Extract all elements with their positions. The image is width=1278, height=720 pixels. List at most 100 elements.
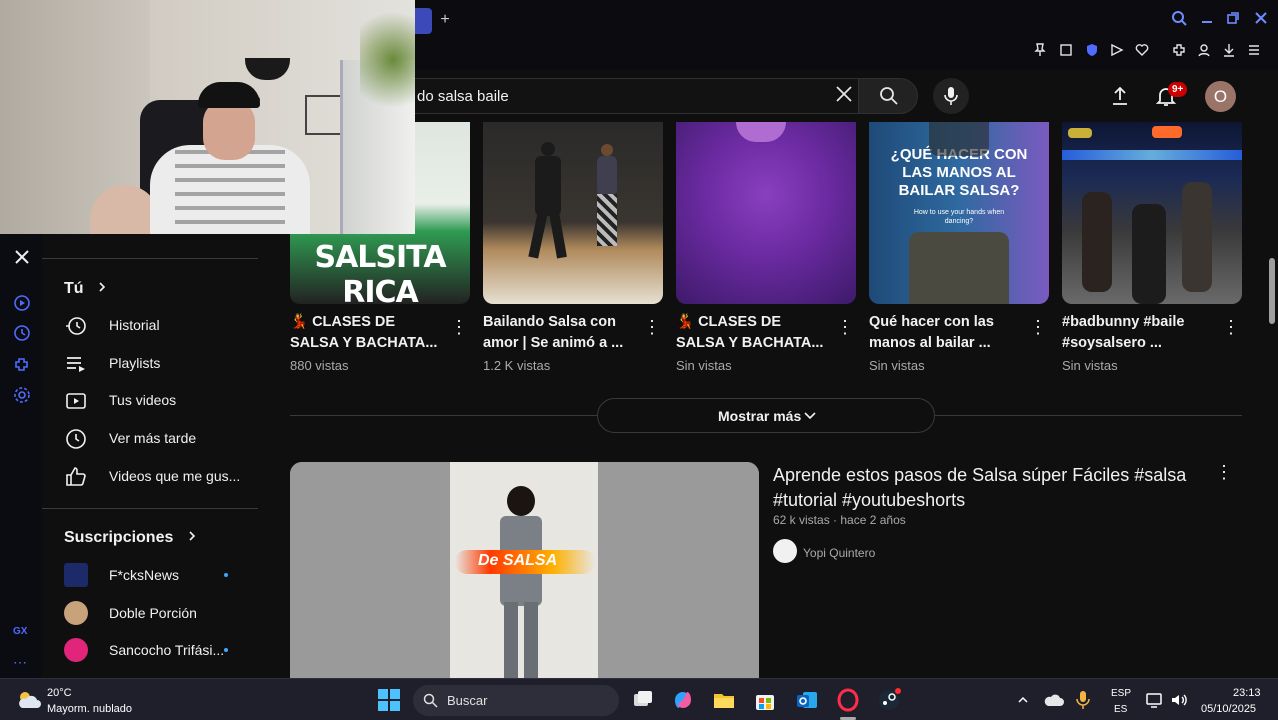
sidebar-item-history[interactable]: Historial — [42, 307, 272, 344]
short-thumbnail[interactable] — [676, 122, 856, 304]
onedrive-cloud-icon[interactable] — [1044, 692, 1064, 708]
short-views: 880 vistas — [290, 358, 349, 373]
extensions-icon[interactable] — [1169, 42, 1189, 62]
copilot-icon[interactable] — [671, 688, 695, 712]
more-options-icon[interactable]: ⋮ — [1215, 462, 1233, 482]
short-title[interactable]: #badbunny #baile #soysalsero ... — [1062, 312, 1212, 354]
extensions-rail-icon[interactable] — [13, 355, 31, 373]
clear-search-icon[interactable] — [832, 84, 856, 108]
subscription-item[interactable]: F*cksNews — [42, 557, 272, 594]
scrollbar[interactable] — [1266, 70, 1278, 678]
gx-logo[interactable]: GX — [13, 626, 31, 644]
microphone-icon[interactable] — [1076, 690, 1090, 710]
input-layout[interactable]: ES — [1114, 704, 1127, 715]
network-icon[interactable] — [1146, 692, 1164, 708]
short-title[interactable]: 💃 CLASES DE SALSA Y BACHATA... — [290, 312, 440, 354]
short-title[interactable]: 💃 CLASES DE SALSA Y BACHATA... — [676, 312, 826, 354]
sidebar-item-watch-later[interactable]: Ver más tarde — [42, 420, 272, 457]
opera-gx-icon[interactable] — [836, 688, 860, 712]
webcam-overlay — [0, 0, 415, 234]
search-icon — [423, 693, 438, 708]
chevron-up-icon[interactable] — [1017, 694, 1029, 706]
sidebar-item-liked-videos[interactable]: Videos que me gus... — [42, 458, 272, 495]
video-title[interactable]: Aprende estos pasos de Salsa súper Fácil… — [773, 463, 1193, 513]
subscription-item[interactable]: Doble Porción — [42, 595, 272, 632]
new-content-dot — [224, 648, 228, 652]
short-overlay-subtext: How to use your hands when dancing? — [913, 209, 1005, 225]
settings-gear-icon[interactable] — [13, 386, 31, 404]
more-options-icon[interactable]: ⋮ — [1222, 318, 1240, 338]
short-card[interactable]: 💃 CLASES DE SALSA Y BACHATA... Sin vistas… — [676, 122, 856, 382]
history-rail-icon[interactable] — [13, 324, 31, 342]
pin-icon[interactable] — [1030, 42, 1050, 62]
more-options-icon[interactable]: ⋮ — [1029, 318, 1047, 338]
menu-icon[interactable] — [1244, 42, 1264, 62]
steam-icon[interactable] — [877, 688, 901, 712]
channel-name[interactable]: Yopi Quintero — [803, 546, 875, 560]
clock-date[interactable]: 05/10/2025 — [1201, 703, 1256, 715]
opera-sidebar: GX ⋯ — [0, 234, 42, 678]
task-view-icon[interactable] — [631, 688, 655, 712]
account-avatar[interactable]: O — [1205, 81, 1236, 112]
outlook-icon[interactable] — [795, 688, 819, 712]
your-videos-icon — [66, 393, 86, 409]
short-title[interactable]: Bailando Salsa con amor | Se animó a ... — [483, 312, 633, 354]
short-card[interactable]: Bailando Salsa con amor | Se animó a ... … — [483, 122, 663, 382]
subscriptions-heading[interactable]: Suscripciones — [64, 529, 198, 547]
search-icon — [880, 87, 898, 105]
restore-icon[interactable] — [1222, 10, 1244, 32]
create-upload-icon[interactable] — [1108, 84, 1132, 108]
video-thumb-text: De SALSA — [478, 552, 558, 569]
downloads-icon[interactable] — [1219, 42, 1239, 62]
short-card[interactable]: ¿QUÉ HACER CON LAS MANOS AL BAILAR SALSA… — [869, 122, 1049, 382]
search-input[interactable]: do salsa baile — [380, 78, 865, 114]
microphone-icon — [944, 87, 958, 105]
voice-search-button[interactable] — [933, 78, 969, 114]
new-content-dot — [224, 573, 228, 577]
you-section-heading[interactable]: Tú — [64, 280, 108, 298]
short-title[interactable]: Qué hacer con las manos al bailar ... — [869, 312, 1019, 354]
sidebar-item-playlists[interactable]: Playlists — [42, 345, 272, 382]
file-explorer-icon[interactable] — [712, 688, 736, 712]
new-tab-icon[interactable]: + — [436, 11, 454, 29]
clock-time[interactable]: 23:13 — [1233, 687, 1261, 699]
profile-icon[interactable] — [1194, 42, 1214, 62]
taskbar-search-box[interactable]: Buscar — [413, 685, 619, 716]
chevron-right-icon — [189, 531, 195, 541]
sidebar-item-your-videos[interactable]: Tus videos — [42, 382, 272, 419]
video-thumbnail[interactable]: De SALSA — [290, 462, 759, 678]
show-more-button[interactable]: Mostrar más — [597, 398, 935, 433]
short-card[interactable]: #badbunny #baile #soysalsero ... Sin vist… — [1062, 122, 1242, 382]
short-thumbnail[interactable] — [1062, 122, 1242, 304]
search-button[interactable] — [858, 78, 918, 114]
microsoft-store-icon[interactable] — [753, 688, 777, 712]
search-query[interactable]: do salsa baile — [417, 88, 509, 105]
more-options-icon[interactable]: ⋮ — [836, 318, 854, 338]
weather-description[interactable]: Mayorm. nublado — [47, 703, 132, 715]
subscription-item[interactable]: Sancocho Trifási... — [42, 632, 272, 669]
weather-cloud-icon[interactable] — [16, 690, 42, 710]
channel-avatar — [64, 601, 88, 625]
more-rail-icon[interactable]: ⋯ — [13, 654, 31, 672]
short-thumbnail[interactable] — [483, 122, 663, 304]
heart-icon[interactable] — [1132, 42, 1152, 62]
vpn-shield-icon[interactable] — [1082, 42, 1102, 62]
snapshot-icon[interactable] — [1056, 42, 1076, 62]
short-views: Sin vistas — [676, 358, 732, 373]
x-twitter-icon[interactable] — [13, 248, 31, 266]
short-thumbnail[interactable]: ¿QUÉ HACER CON LAS MANOS AL BAILAR SALSA… — [869, 122, 1049, 304]
minimize-icon[interactable] — [1196, 10, 1218, 32]
windows-start-icon[interactable] — [377, 688, 401, 712]
scrollbar-thumb[interactable] — [1269, 258, 1275, 324]
player-icon[interactable] — [13, 294, 31, 312]
weather-temperature[interactable]: 20°C — [47, 687, 72, 699]
more-options-icon[interactable]: ⋮ — [643, 318, 661, 338]
youtube-sidebar: Tú Historial Playlists Tus videos Ver má… — [42, 234, 280, 678]
search-tabs-icon[interactable] — [1168, 10, 1190, 32]
send-icon[interactable] — [1107, 42, 1127, 62]
more-options-icon[interactable]: ⋮ — [450, 318, 468, 338]
volume-icon[interactable] — [1170, 692, 1188, 708]
input-language[interactable]: ESP — [1111, 688, 1131, 699]
close-window-icon[interactable] — [1250, 10, 1272, 32]
channel-avatar[interactable] — [773, 539, 797, 563]
